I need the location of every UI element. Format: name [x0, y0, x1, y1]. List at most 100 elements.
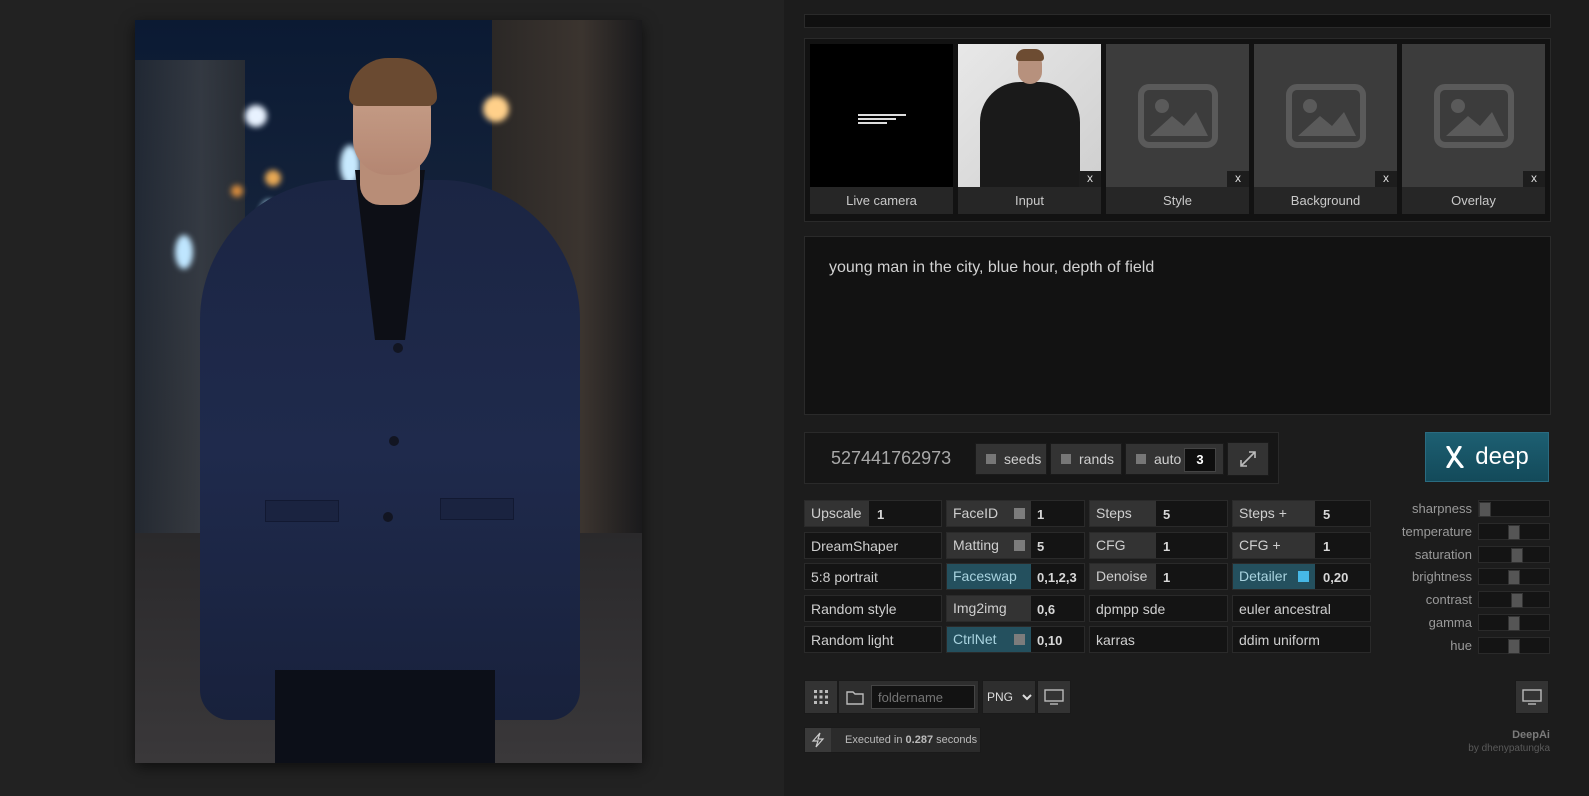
scheduler-select[interactable]: karras [1089, 626, 1228, 653]
lightning-icon[interactable] [805, 728, 831, 752]
style-select[interactable]: Random style [804, 595, 942, 622]
image-coat-button [383, 512, 393, 522]
slider-label-brightness: brightness [1412, 569, 1472, 584]
denoise-cell[interactable]: Denoise 1 [1089, 563, 1228, 590]
slider-handle[interactable] [1508, 639, 1520, 654]
input-photo [958, 44, 1101, 187]
auto-count[interactable]: 3 [1184, 448, 1216, 472]
cfg-plus-value[interactable]: 1 [1323, 539, 1330, 554]
style-label: Random style [811, 601, 897, 617]
rands-button[interactable]: rands [1050, 443, 1122, 475]
image-placeholder-icon [1106, 44, 1249, 187]
faceid-cell[interactable]: FaceID 1 [946, 500, 1085, 527]
rands-label: rands [1079, 451, 1115, 467]
slider-contrast[interactable] [1478, 591, 1550, 608]
light-label: Random light [811, 632, 894, 648]
ctrlnet-cell[interactable]: CtrlNet 0,10 [946, 626, 1085, 653]
deep-generate-button[interactable]: deep [1425, 432, 1549, 482]
steps-plus-value[interactable]: 5 [1323, 507, 1330, 522]
live-camera-preview [810, 44, 953, 187]
close-icon[interactable]: x [1375, 171, 1397, 187]
slider-hue[interactable] [1478, 637, 1550, 654]
fullscreen-display-button[interactable] [1515, 680, 1549, 714]
light-select[interactable]: Random light [804, 626, 942, 653]
sampler-plus-select[interactable]: euler ancestral [1232, 595, 1371, 622]
slider-label-saturation: saturation [1414, 547, 1472, 562]
faceswap-cell[interactable]: Faceswap 0,1,2,3 [946, 563, 1085, 590]
scheduler-plus-select[interactable]: ddim uniform [1232, 626, 1371, 653]
steps-cell[interactable]: Steps 5 [1089, 500, 1228, 527]
expand-button[interactable] [1227, 442, 1269, 476]
seed-value[interactable]: 527441762973 [831, 448, 951, 469]
camera-overlay-text [858, 112, 906, 126]
matting-value[interactable]: 5 [1037, 539, 1044, 554]
detailer-toggle[interactable]: Detailer [1233, 564, 1315, 589]
scheduler-plus-label: ddim uniform [1239, 632, 1320, 648]
slider-handle[interactable] [1511, 593, 1523, 608]
denoise-button[interactable]: Denoise [1090, 564, 1156, 589]
sampler-select[interactable]: dpmpp sde [1089, 595, 1228, 622]
detailer-cell[interactable]: Detailer 0,20 [1232, 563, 1371, 590]
upscale-value[interactable]: 1 [877, 507, 884, 522]
img2img-value[interactable]: 0,6 [1037, 602, 1055, 617]
seeds-button[interactable]: seeds [975, 443, 1047, 475]
thumb-live-camera[interactable]: Live camera [810, 44, 953, 214]
grid-view-button[interactable] [804, 680, 838, 714]
close-icon[interactable]: x [1227, 171, 1249, 187]
cfg-button[interactable]: CFG [1090, 533, 1156, 558]
image-hair [349, 58, 437, 106]
slider-handle[interactable] [1479, 502, 1491, 517]
upscale-cell[interactable]: Upscale 1 [804, 500, 942, 527]
img2img-cell[interactable]: Img2img 0,6 [946, 595, 1085, 622]
slider-temperature[interactable] [1478, 523, 1550, 540]
faceid-value[interactable]: 1 [1037, 507, 1044, 522]
steps-value[interactable]: 5 [1163, 507, 1170, 522]
close-icon[interactable]: x [1523, 171, 1545, 187]
steps-plus-cell[interactable]: Steps + 5 [1232, 500, 1371, 527]
steps-plus-button[interactable]: Steps + [1233, 501, 1315, 526]
upscale-button[interactable]: Upscale [805, 501, 869, 526]
slider-brightness[interactable] [1478, 568, 1550, 585]
denoise-value[interactable]: 1 [1163, 570, 1170, 585]
faceid-toggle[interactable]: FaceID [947, 501, 1031, 526]
faceid-label: FaceID [953, 505, 999, 521]
slider-handle[interactable] [1508, 616, 1520, 631]
thumb-background[interactable]: x Background [1254, 44, 1397, 214]
display-button[interactable] [1037, 680, 1071, 714]
thumb-label: Input [958, 187, 1101, 214]
img2img-toggle[interactable]: Img2img [947, 596, 1031, 621]
matting-toggle[interactable]: Matting [947, 533, 1031, 558]
aspect-select[interactable]: 5:8 portrait [804, 563, 942, 590]
cfg-value[interactable]: 1 [1163, 539, 1170, 554]
slider-handle[interactable] [1508, 570, 1520, 585]
brand: DeepAi by dhenypatungka [1468, 729, 1550, 754]
thumb-style[interactable]: x Style [1106, 44, 1249, 214]
slider-handle[interactable] [1508, 525, 1520, 540]
slider-saturation[interactable] [1478, 546, 1550, 563]
thumb-overlay[interactable]: x Overlay [1402, 44, 1545, 214]
model-select[interactable]: DreamShaper [804, 532, 942, 559]
auto-button[interactable]: auto 3 [1125, 443, 1224, 475]
format-select[interactable]: PNG [982, 680, 1036, 714]
folder-name-input[interactable] [871, 685, 975, 709]
faceswap-toggle[interactable]: Faceswap [947, 564, 1031, 589]
thumb-input[interactable]: x Input [958, 44, 1101, 214]
faceswap-value[interactable]: 0,1,2,3 [1037, 570, 1077, 585]
cfg-plus-button[interactable]: CFG + [1233, 533, 1315, 558]
slider-gamma[interactable] [1478, 614, 1550, 631]
output-image[interactable] [135, 20, 642, 763]
ctrlnet-toggle[interactable]: CtrlNet [947, 627, 1031, 652]
scheduler-label: karras [1096, 632, 1135, 648]
cfg-plus-cell[interactable]: CFG + 1 [1232, 532, 1371, 559]
prompt-textarea[interactable]: young man in the city, blue hour, depth … [804, 236, 1551, 415]
ctrlnet-value[interactable]: 0,10 [1037, 633, 1062, 648]
steps-button[interactable]: Steps [1090, 501, 1156, 526]
folder-icon[interactable] [846, 690, 864, 705]
slider-sharpness[interactable] [1478, 500, 1550, 517]
matting-cell[interactable]: Matting 5 [946, 532, 1085, 559]
detailer-value[interactable]: 0,20 [1323, 570, 1348, 585]
close-icon[interactable]: x [1079, 171, 1101, 187]
cfg-cell[interactable]: CFG 1 [1089, 532, 1228, 559]
slider-handle[interactable] [1511, 548, 1523, 563]
monitor-icon [1044, 689, 1064, 705]
